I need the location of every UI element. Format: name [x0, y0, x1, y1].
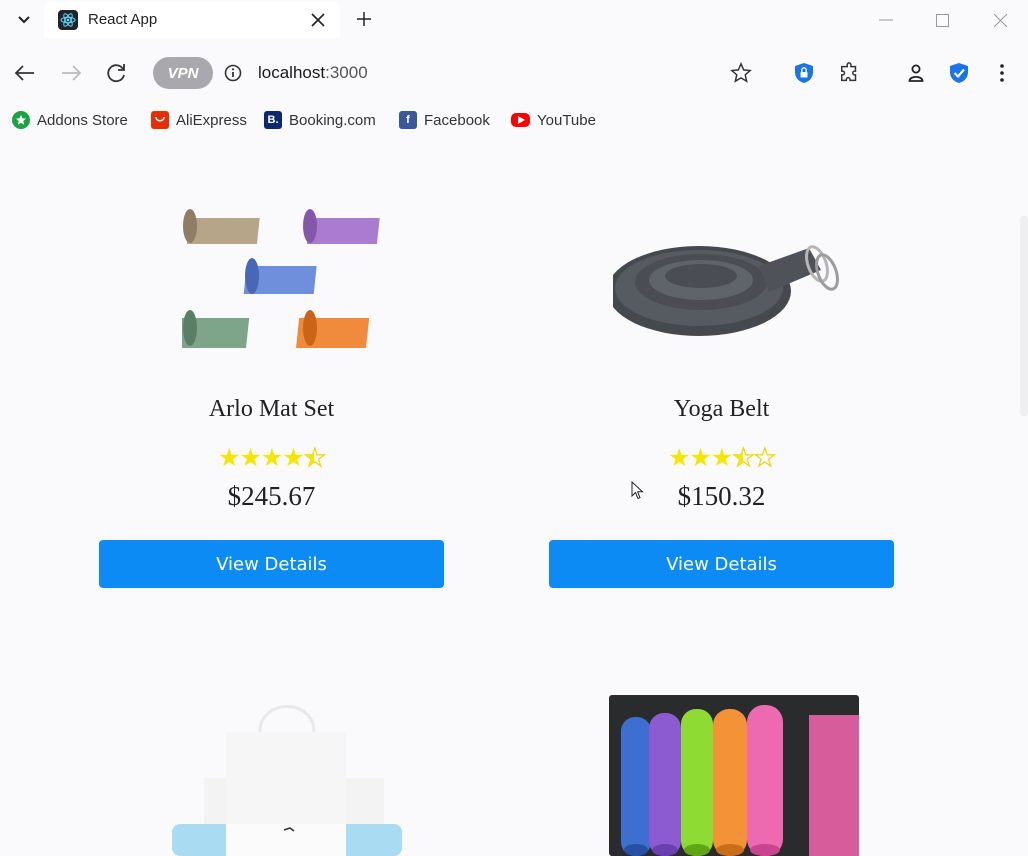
bookmark-label: AliExpress [176, 111, 247, 129]
star-half-icon: ★★ [732, 444, 756, 472]
star-full-icon: ★ [282, 444, 304, 472]
facebook-icon: f [399, 111, 417, 129]
new-tab-icon[interactable] [354, 9, 374, 29]
forward-icon[interactable] [60, 62, 82, 84]
scrollbar[interactable] [1020, 216, 1028, 416]
bookmark-youtube[interactable]: YouTube [511, 106, 596, 134]
star-full-icon: ★ [239, 444, 261, 472]
star-full-icon: ★ [689, 444, 711, 472]
product-name: Arlo Mat Set [208, 396, 335, 422]
rating-stars: ★★★★★★ [549, 444, 894, 472]
extensions-puzzle-icon[interactable] [838, 61, 862, 85]
minimize-icon[interactable] [876, 10, 896, 30]
address-host: localhost [258, 63, 326, 82]
star-empty-icon: ★ [753, 444, 777, 472]
star-full-icon: ★ [217, 444, 240, 472]
bookmark-label: Facebook [424, 111, 490, 129]
close-window-icon[interactable] [990, 10, 1010, 30]
back-icon[interactable] [14, 62, 36, 84]
mouse-cursor-icon [631, 480, 645, 501]
vpn-badge[interactable]: VPN [153, 57, 213, 89]
product-price: $150.32 [677, 481, 766, 511]
star-half-icon: ★★ [303, 444, 327, 472]
close-tab-icon[interactable] [308, 10, 328, 30]
address-bar[interactable]: localhost:3000 [258, 63, 368, 83]
star-full-icon: ★ [710, 444, 733, 472]
reload-icon[interactable] [104, 61, 128, 85]
profile-icon[interactable] [906, 63, 926, 83]
product-image-mat-set[interactable] [176, 196, 388, 356]
tab-title: React App [88, 11, 158, 28]
bookmark-facebook[interactable]: f Facebook [399, 106, 490, 134]
booking-icon: B. [264, 111, 282, 129]
vpn-lock-shield-icon[interactable] [793, 61, 815, 85]
maximize-icon[interactable] [932, 10, 952, 30]
youtube-icon [511, 113, 530, 127]
bookmarks-bar: Addons Store AliExpress B. Booking.com f… [0, 106, 1028, 136]
product-image-yoga-bag[interactable] [172, 692, 402, 856]
tab-list-chevron-icon[interactable] [14, 10, 34, 30]
bookmark-addons-store[interactable]: Addons Store [12, 106, 128, 134]
tab-bar: React App [0, 0, 1028, 40]
product-image-yoga-belt[interactable] [607, 196, 859, 356]
star-full-icon: ★ [260, 444, 283, 472]
bookmark-label: Booking.com [289, 111, 376, 129]
vpn-label: VPN [167, 64, 199, 82]
react-favicon-icon [58, 10, 78, 30]
bookmark-booking[interactable]: B. Booking.com [264, 106, 376, 134]
menu-kebab-icon[interactable] [992, 62, 1012, 84]
site-info-icon[interactable] [224, 64, 242, 82]
product-price: $245.67 [227, 481, 316, 511]
aliexpress-icon [151, 111, 169, 129]
star-full-icon: ★ [667, 444, 690, 472]
product-card: Arlo Mat Set ★★★★★★ $245.67 View Details [99, 136, 444, 596]
bookmark-star-icon[interactable] [730, 62, 752, 84]
security-check-shield-icon[interactable] [948, 61, 970, 85]
bookmark-label: Addons Store [37, 111, 128, 129]
product-card: Yoga Belt ★★★★★★ $150.32 View Details [549, 136, 894, 596]
product-grid: Arlo Mat Set ★★★★★★ $245.67 View Details… [0, 136, 1028, 856]
view-details-label: View Details [216, 553, 327, 575]
address-port: :3000 [325, 63, 368, 82]
product-name: Yoga Belt [673, 396, 770, 422]
addons-store-icon [12, 111, 30, 129]
bookmark-label: YouTube [537, 111, 596, 129]
active-tab[interactable]: React App [44, 2, 340, 38]
browser-toolbar: VPN localhost:3000 [0, 40, 1028, 106]
rating-stars: ★★★★★★ [99, 444, 444, 472]
view-details-button[interactable]: View Details [99, 540, 444, 588]
view-details-label: View Details [666, 553, 777, 575]
view-details-button[interactable]: View Details [549, 540, 894, 588]
product-image-colorful-mats[interactable] [609, 695, 859, 856]
bookmark-aliexpress[interactable]: AliExpress [151, 106, 247, 134]
